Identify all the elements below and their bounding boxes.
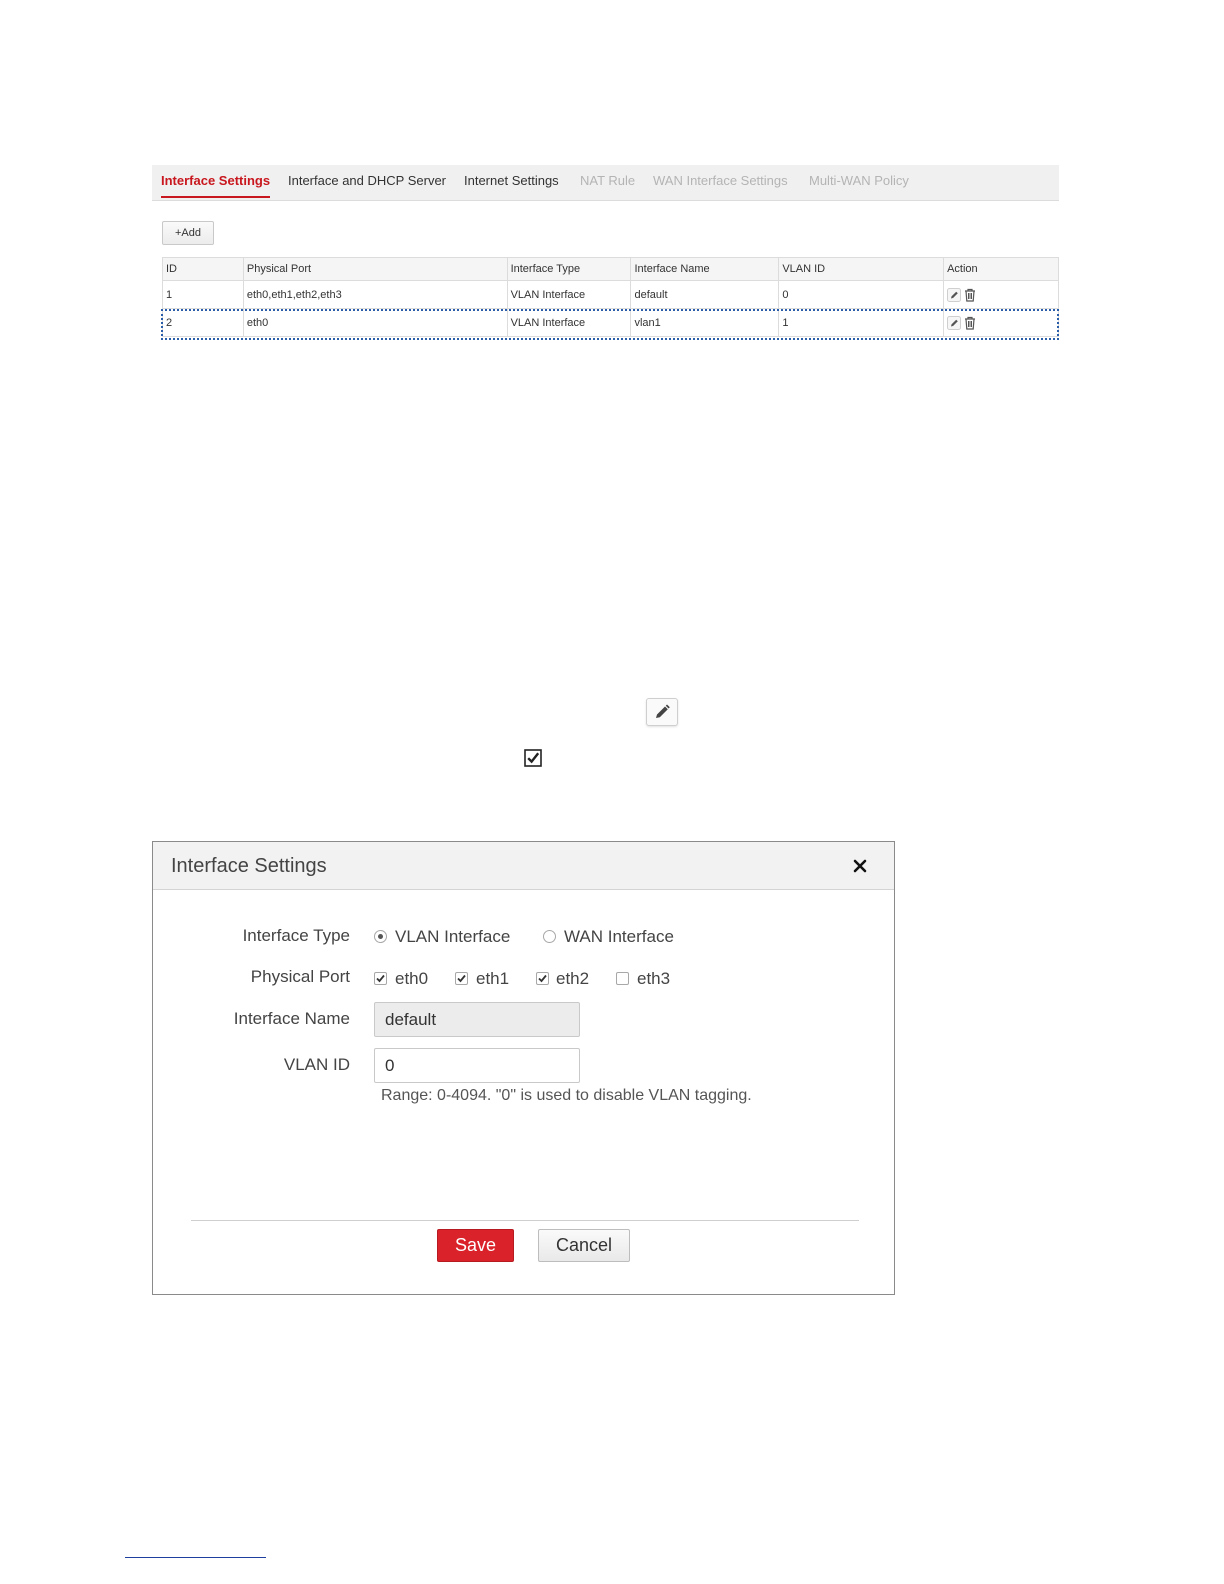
checkbox-eth3-label[interactable]: eth3 xyxy=(637,969,670,989)
tab-nat-rule[interactable]: NAT Rule xyxy=(580,173,635,188)
pencil-icon xyxy=(656,704,670,718)
cell-id: 1 xyxy=(162,280,244,309)
tab-bar: Interface Settings Interface and DHCP Se… xyxy=(152,165,1059,201)
check-icon xyxy=(376,974,385,983)
footnote-divider xyxy=(125,1557,266,1558)
tab-wan-interface-settings[interactable]: WAN Interface Settings xyxy=(653,173,788,188)
radio-wan-interface[interactable] xyxy=(543,930,556,943)
tab-interface-settings[interactable]: Interface Settings xyxy=(161,173,271,198)
physical-port-label: Physical Port xyxy=(250,967,350,986)
checkbox-eth1[interactable] xyxy=(455,972,468,985)
cell-interface-type: VLAN Interface xyxy=(506,308,632,337)
column-header-action: Action xyxy=(943,257,1059,281)
column-header-id: ID xyxy=(162,257,244,281)
interface-table: ID Physical Port Interface Type Interfac… xyxy=(162,257,1059,337)
vlan-id-hint: Range: 0-4094. "0" is used to disable VL… xyxy=(381,1087,752,1104)
cell-action xyxy=(943,280,1059,309)
radio-vlan-interface-label[interactable]: VLAN Interface xyxy=(395,927,510,947)
interface-type-label: Interface Type xyxy=(242,926,350,945)
cell-physical-port: eth0,eth1,eth2,eth3 xyxy=(242,280,508,309)
checkbox-eth3[interactable] xyxy=(616,972,629,985)
radio-vlan-interface[interactable] xyxy=(374,930,387,943)
cell-vlan-id: 1 xyxy=(778,308,945,337)
delete-icon[interactable] xyxy=(963,316,977,330)
interface-name-label: Interface Name xyxy=(233,1009,350,1028)
column-header-vlan-id: VLAN ID xyxy=(778,257,945,281)
interface-name-field[interactable]: default xyxy=(374,1002,580,1037)
cell-interface-name: default xyxy=(630,280,780,309)
close-icon[interactable] xyxy=(850,856,870,876)
checked-checkbox-icon xyxy=(524,749,542,767)
table-row[interactable]: 2 eth0 VLAN Interface vlan1 1 xyxy=(162,308,1059,337)
radio-wan-interface-label[interactable]: WAN Interface xyxy=(564,927,674,947)
cell-interface-name: vlan1 xyxy=(630,308,780,337)
cancel-button[interactable]: Cancel xyxy=(538,1229,630,1262)
check-icon xyxy=(457,974,466,983)
cell-vlan-id: 0 xyxy=(778,280,945,309)
checkbox-eth0[interactable] xyxy=(374,972,387,985)
checkbox-eth1-label[interactable]: eth1 xyxy=(476,969,509,989)
cell-action xyxy=(943,308,1059,337)
interface-settings-dialog: Interface Settings Interface Type VLAN I… xyxy=(152,841,895,1295)
vlan-id-label: VLAN ID xyxy=(283,1055,350,1074)
column-header-physical-port: Physical Port xyxy=(242,257,508,281)
checkbox-eth2[interactable] xyxy=(536,972,549,985)
add-button[interactable]: +Add xyxy=(162,221,214,245)
save-button[interactable]: Save xyxy=(437,1229,514,1262)
checkbox-eth2-label[interactable]: eth2 xyxy=(556,969,589,989)
dialog-title: Interface Settings xyxy=(171,855,327,877)
tab-interface-and-dhcp-server[interactable]: Interface and DHCP Server xyxy=(288,173,446,188)
table-row[interactable]: 1 eth0,eth1,eth2,eth3 VLAN Interface def… xyxy=(162,280,1059,309)
edit-icon[interactable] xyxy=(947,315,962,330)
vlan-id-input[interactable]: 0 xyxy=(374,1048,580,1083)
cell-interface-type: VLAN Interface xyxy=(506,280,632,309)
checkbox-eth0-label[interactable]: eth0 xyxy=(395,969,428,989)
edit-button[interactable] xyxy=(646,698,678,726)
dialog-footer-divider xyxy=(191,1220,859,1221)
interface-list-panel: Interface Settings Interface and DHCP Se… xyxy=(152,165,1059,344)
table-header-row: ID Physical Port Interface Type Interfac… xyxy=(162,257,1059,281)
cell-id: 2 xyxy=(162,308,244,337)
check-icon xyxy=(538,974,547,983)
cell-physical-port: eth0 xyxy=(242,308,508,337)
tab-internet-settings[interactable]: Internet Settings xyxy=(464,173,559,188)
edit-icon[interactable] xyxy=(947,287,962,302)
column-header-interface-type: Interface Type xyxy=(506,257,632,281)
column-header-interface-name: Interface Name xyxy=(630,257,780,281)
delete-icon[interactable] xyxy=(963,288,977,302)
dialog-header: Interface Settings xyxy=(153,842,894,890)
tab-multi-wan-policy[interactable]: Multi-WAN Policy xyxy=(809,173,909,188)
